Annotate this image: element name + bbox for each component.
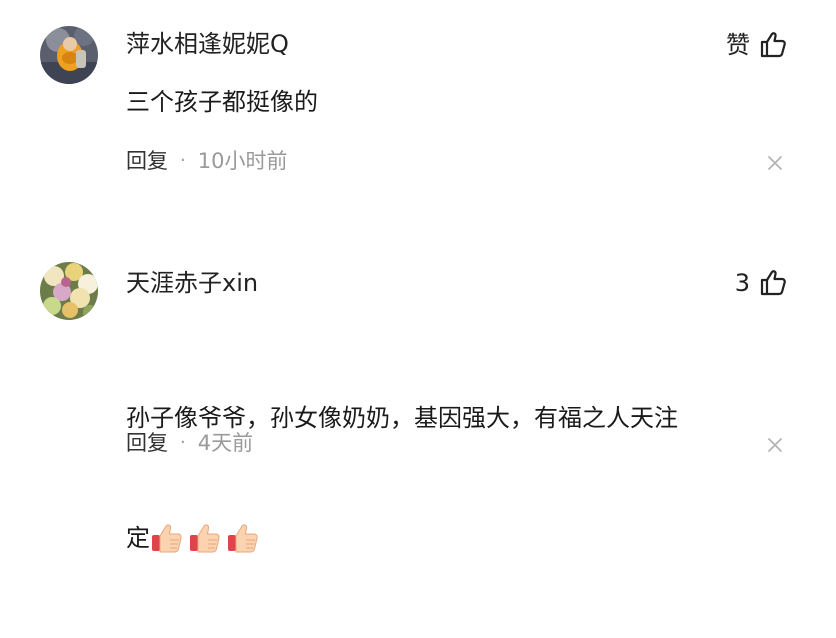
thumbs-up-icon [760, 32, 786, 58]
separator: · [180, 150, 186, 171]
comment-meta: 回复 · 4天前 [126, 428, 253, 458]
username[interactable]: 天涯赤子xin [126, 266, 258, 300]
separator: · [180, 432, 186, 453]
comment-item: 萍水相逢妮妮Q 赞 三个孩子都挺像的 回复 · 10小时前 [0, 0, 836, 250]
avatar-icon [40, 26, 98, 84]
like-count: 3 [734, 269, 750, 297]
like-button[interactable]: 3 [735, 265, 788, 301]
comment-text-line: 定 [126, 518, 796, 558]
comment-meta: 回复 · 10小时前 [126, 146, 287, 176]
comment-text: 孙子像爷爷，孙女像奶奶，基因强大，有福之人天注 定 [126, 318, 796, 638]
reply-button[interactable]: 回复 [126, 428, 168, 458]
username[interactable]: 萍水相逢妮妮Q [126, 27, 289, 61]
avatar[interactable] [40, 262, 98, 320]
close-icon[interactable] [766, 154, 784, 172]
comment-text-fragment: 定 [126, 524, 150, 552]
reply-button[interactable]: 回复 [126, 146, 168, 176]
avatar-icon [40, 262, 98, 320]
comment-text: 三个孩子都挺像的 [126, 88, 318, 116]
thumbs-up-emoji-icon [190, 524, 220, 553]
thumbs-up-emoji-icon [152, 524, 182, 553]
close-icon[interactable] [766, 436, 784, 454]
avatar[interactable] [40, 26, 98, 84]
timestamp: 4天前 [197, 431, 254, 455]
comment-item: 天涯赤子xin 3 孙子像爷爷，孙女像奶奶，基因强大，有福之人天注 定 回复 ·… [0, 250, 836, 553]
like-button[interactable]: 赞 [726, 27, 788, 63]
like-label: 赞 [726, 31, 750, 59]
thumbs-up-icon [760, 270, 786, 296]
thumbs-up-emoji-icon [228, 524, 258, 553]
timestamp: 10小时前 [197, 149, 288, 173]
